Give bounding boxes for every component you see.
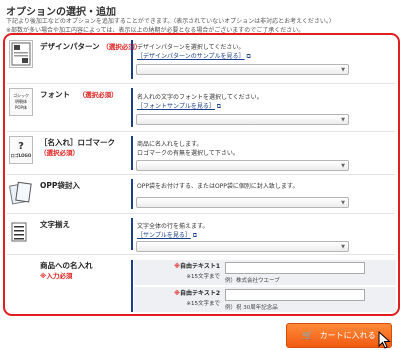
opp-bag-icon: [9, 179, 33, 207]
option-row-font: ゴシック 明朝体 POP体 フォント （選択必須） 名入れの文字のフォントを選択…: [7, 85, 395, 132]
option-row-logo-mark: ? ロゴLOGO ［名入れ］ロゴマーク （選択必須） 商品に名入れをします。 ロ…: [7, 133, 395, 175]
option-label: 商品への名入れ ※入力必須: [40, 261, 93, 280]
option-description: OPP袋をお付けする、またはOPP袋に個別に封入致します。: [137, 183, 299, 190]
free-text-row-2: ※自由テキスト2 ※15文字まで 例）祝 30周年記念品: [134, 287, 396, 312]
option-row-design-pattern: デザインパターン （選択必須） デザインパターンを選択してください。 ［デザイン…: [7, 37, 395, 84]
chevron-down-icon: ▼: [341, 163, 345, 169]
option-description: 名入れの文字のフォントを選択してください。 ［フォントサンプルを見る］ ⧉: [137, 94, 263, 110]
option-row-opp-bag: OPP袋封入 OPP袋をお付けする、またはOPP袋に個別に封入致します。 ▼: [7, 176, 395, 214]
opp-bag-select[interactable]: ▼: [136, 197, 349, 208]
sample-link[interactable]: ［デザインパターンのサンプルを見る］: [137, 53, 245, 60]
option-description: デザインパターンを選択してください。 ［デザインパターンのサンプルを見る］ ⧉: [137, 44, 251, 60]
option-label: デザインパターン （選択必須）: [40, 42, 142, 51]
mouse-cursor-icon: [378, 330, 392, 350]
divider: [131, 179, 133, 209]
chevron-down-icon: ▼: [341, 67, 345, 73]
design-pattern-icon: [9, 40, 33, 68]
free-text-row-1: ※自由テキスト1 ※15文字まで 例）株式会社ウエーブ: [134, 260, 396, 285]
text-align-select[interactable]: ▼: [136, 241, 349, 252]
add-to-cart-button[interactable]: 🛒 カートに入れる: [286, 323, 392, 348]
option-label: フォント （選択必須）: [40, 90, 118, 99]
align-text-icon: [9, 218, 33, 246]
sample-link[interactable]: ［フォントサンプルを見る］: [137, 103, 215, 110]
logo-mark-select[interactable]: ▼: [136, 160, 349, 171]
question-mark-icon: ?: [18, 141, 24, 152]
divider: [131, 260, 133, 312]
external-link-icon: ⧉: [244, 53, 251, 60]
logo-mark-icon: ? ロゴLOGO: [9, 136, 33, 164]
external-link-icon: ⧉: [190, 232, 198, 239]
free-text-1-input[interactable]: [225, 262, 365, 274]
option-description: 文字全体の行を揃えます。 ［サンプルを見る］ ⧉: [137, 223, 209, 239]
option-label: ［名入れ］ロゴマーク （選択必須）: [40, 138, 115, 157]
chevron-down-icon: ▼: [341, 200, 345, 206]
cart-icon: 🛒: [302, 330, 314, 341]
option-row-text-align: 文字揃え 文字全体の行を揃えます。 ［サンプルを見る］ ⧉ ▼: [7, 215, 395, 255]
sample-link[interactable]: ［サンプルを見る］: [137, 232, 191, 239]
design-pattern-select[interactable]: ▼: [136, 64, 349, 75]
divider: [131, 88, 133, 127]
name-printing-section: 商品への名入れ ※入力必須 ※自由テキスト1 ※15文字まで 例）株式会社ウエー…: [7, 257, 396, 312]
option-description: 商品に名入れをします。 ロゴマークの有無を選択して下さい。: [137, 141, 239, 157]
option-label: 文字揃え: [40, 220, 70, 229]
chevron-down-icon: ▼: [341, 117, 345, 123]
font-select[interactable]: ▼: [136, 114, 349, 125]
external-link-icon: ⧉: [214, 103, 222, 110]
options-panel: デザインパターン （選択必須） デザインパターンを選択してください。 ［デザイン…: [3, 33, 400, 316]
divider: [131, 40, 133, 79]
divider: [131, 218, 133, 250]
divider: [131, 136, 133, 170]
option-label: OPP袋封入: [40, 181, 80, 190]
page-title: オプションの選択・追加: [6, 7, 116, 18]
free-text-2-input[interactable]: [225, 289, 365, 301]
font-icon: ゴシック 明朝体 POP体: [9, 88, 33, 116]
chevron-down-icon: ▼: [341, 244, 345, 250]
